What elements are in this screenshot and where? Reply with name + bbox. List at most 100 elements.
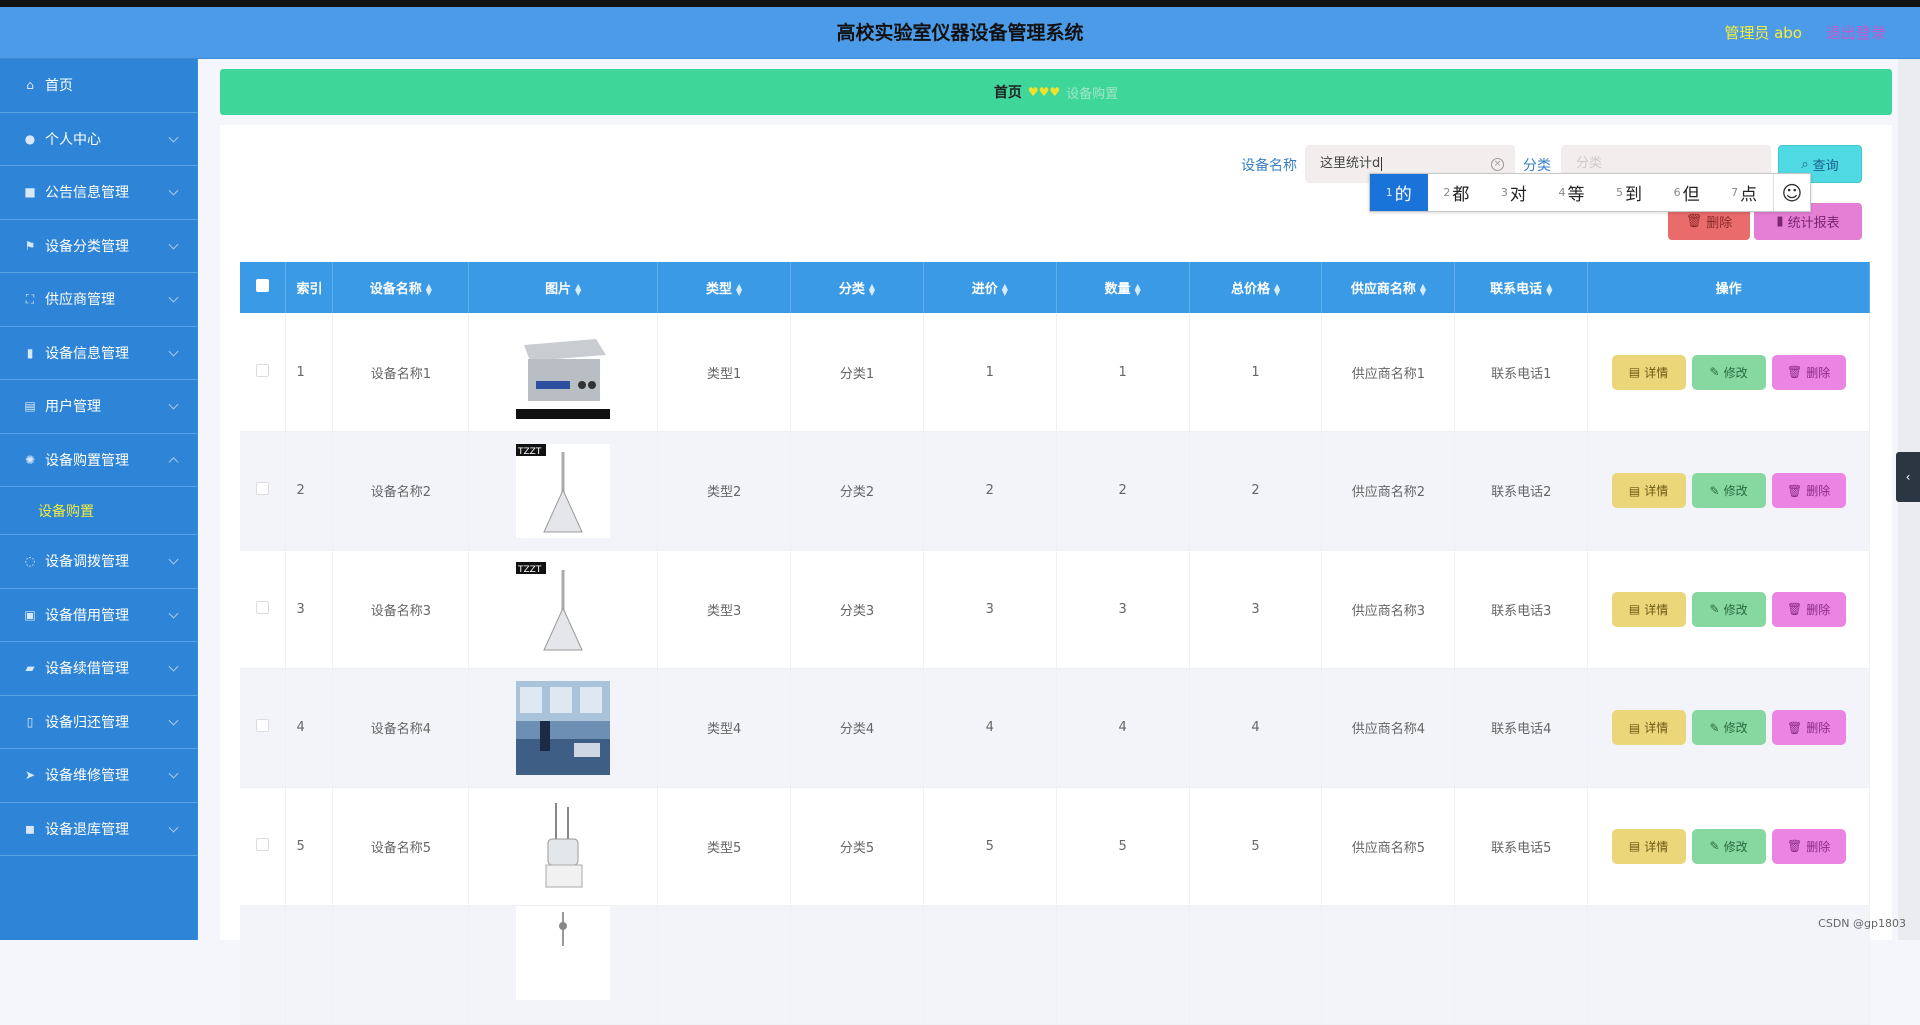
cell-qty: 1 xyxy=(1056,313,1189,432)
edit-button[interactable]: ✎修改 xyxy=(1692,710,1766,745)
cell-name xyxy=(333,906,469,1025)
column-header[interactable]: 类型▲▼ xyxy=(658,262,791,313)
row-checkbox[interactable] xyxy=(256,838,269,851)
edit-button[interactable]: ✎修改 xyxy=(1692,829,1766,864)
ime-candidate[interactable]: 7点 xyxy=(1715,174,1773,211)
document-icon: ▤ xyxy=(22,398,38,414)
sidebar-item[interactable]: ▤ 用户管理 xyxy=(0,380,197,434)
sidebar-item[interactable]: ⛶供应商管理 xyxy=(0,273,197,327)
ime-candidate[interactable]: 1的 xyxy=(1370,174,1428,211)
sidebar-item-label: 用户管理 xyxy=(45,396,101,416)
ime-candidate-text: 对 xyxy=(1510,180,1527,205)
sidebar-item[interactable]: ✺设备购置管理 xyxy=(0,434,197,488)
column-header[interactable]: 数量▲▼ xyxy=(1056,262,1189,313)
loading-icon: ◌ xyxy=(22,553,38,569)
sidebar-item[interactable]: ■公告信息管理 xyxy=(0,166,197,220)
sidebar-item[interactable]: ⚑设备分类管理 xyxy=(0,220,197,274)
detail-button[interactable]: ▤详情 xyxy=(1612,829,1686,864)
flag-icon: ⚑ xyxy=(22,238,38,254)
ime-candidate[interactable]: 5到 xyxy=(1600,174,1658,211)
row-checkbox-cell[interactable] xyxy=(240,550,286,669)
ime-candidate[interactable]: 2都 xyxy=(1428,174,1486,211)
row-checkbox[interactable] xyxy=(256,364,269,377)
trash-icon: 🗑 xyxy=(1787,839,1802,853)
column-header[interactable]: 进价▲▼ xyxy=(923,262,1056,313)
row-checkbox-cell[interactable] xyxy=(240,313,286,432)
edit-button-label: 修改 xyxy=(1724,482,1748,499)
sidebar-item[interactable]: ◌设备调拨管理 xyxy=(0,535,197,589)
sidebar-item-label: 供应商管理 xyxy=(45,289,115,309)
sidebar-item[interactable]: ▣设备借用管理 xyxy=(0,589,197,643)
cell-index: 3 xyxy=(286,550,333,669)
row-checkbox[interactable] xyxy=(256,601,269,614)
sidebar-subitem-active[interactable]: 设备购置 xyxy=(0,487,197,535)
sidebar-item[interactable]: ▰设备续借管理 xyxy=(0,642,197,696)
cell-price: 2 xyxy=(923,432,1056,551)
delete-button[interactable]: 🗑删除 xyxy=(1772,592,1846,627)
row-actions: ▤详情✎修改🗑删除 xyxy=(1588,669,1870,788)
column-header[interactable]: 设备名称▲▼ xyxy=(333,262,469,313)
row-checkbox-cell[interactable] xyxy=(240,432,286,551)
chevron-down-icon xyxy=(169,608,179,618)
sidebar-item-label: 设备续借管理 xyxy=(45,658,129,678)
document-icon: ▤ xyxy=(1629,602,1640,616)
logout-link[interactable]: 退出登录 xyxy=(1826,7,1886,59)
delete-button[interactable]: 🗑 删除 xyxy=(1772,829,1846,864)
cell-index: 4 xyxy=(286,669,333,788)
sidebar-item[interactable]: ⌂首页 xyxy=(0,59,197,113)
cell-category xyxy=(791,906,924,1025)
select-all-checkbox[interactable] xyxy=(240,262,286,313)
delete-button[interactable]: 🗑删除 xyxy=(1772,710,1846,745)
delete-button[interactable]: 🗑删除 xyxy=(1772,355,1846,390)
row-checkbox-cell[interactable] xyxy=(240,787,286,906)
delete-button[interactable]: 🗑删除 xyxy=(1772,473,1846,508)
detail-button[interactable]: ▤详情 xyxy=(1612,473,1686,508)
ime-candidate[interactable]: 4等 xyxy=(1543,174,1601,211)
column-header[interactable]: 供应商名称▲▼ xyxy=(1322,262,1455,313)
cell-type: 类型3 xyxy=(658,550,791,669)
table-row: 4设备名称4类型4分类4444供应商名称4联系电话4▤详情✎修改🗑删除 xyxy=(240,669,1870,788)
send-icon: ➤ xyxy=(22,767,38,783)
sidebar-item-label: 个人中心 xyxy=(45,129,101,149)
ime-candidate[interactable]: 6但 xyxy=(1658,174,1716,211)
detail-button[interactable]: ▤详情 xyxy=(1612,592,1686,627)
sort-icon: ▲▼ xyxy=(1135,284,1141,296)
delete-button-label: 删除 xyxy=(1806,838,1830,855)
column-header[interactable]: 图片▲▼ xyxy=(469,262,658,313)
sidebar-item[interactable]: ●个人中心 xyxy=(0,113,197,167)
clear-input-icon[interactable]: × xyxy=(1491,158,1504,171)
chevron-down-icon xyxy=(169,715,179,725)
row-checkbox-cell[interactable] xyxy=(240,906,286,1025)
edit-button[interactable]: ✎修改 xyxy=(1692,473,1766,508)
sort-icon: ▲▼ xyxy=(575,284,581,296)
ime-candidate-number: 5 xyxy=(1616,186,1623,199)
device-image-cell: TZZT xyxy=(469,432,658,551)
column-header[interactable]: 总价格▲▼ xyxy=(1189,262,1322,313)
trash-icon: 🗑 xyxy=(1686,214,1703,229)
cell-type: 类型5 xyxy=(658,787,791,906)
detail-button[interactable]: ▤详情 xyxy=(1612,355,1686,390)
cell-index: 2 xyxy=(286,432,333,551)
clipboard-icon: ▣ xyxy=(22,607,38,623)
admin-user-label[interactable]: 管理员 abo xyxy=(1724,7,1802,59)
funnel-image: TZZT xyxy=(516,562,610,656)
trash-icon: 🗑 xyxy=(1787,721,1802,735)
table-row: 1设备名称1类型1分类1111供应商名称1联系电话1▤详情✎修改🗑删除 xyxy=(240,313,1870,432)
sidebar-item[interactable]: ▯设备归还管理 xyxy=(0,696,197,750)
breadcrumb-home[interactable]: 首页 xyxy=(994,82,1022,102)
column-header[interactable]: 联系电话▲▼ xyxy=(1455,262,1588,313)
row-checkbox-cell[interactable] xyxy=(240,669,286,788)
row-checkbox[interactable] xyxy=(256,719,269,732)
row-checkbox[interactable] xyxy=(256,482,269,495)
device-image-cell xyxy=(469,906,658,1025)
collapse-side-tab[interactable]: ‹ xyxy=(1896,452,1920,502)
detail-button[interactable]: ▤详情 xyxy=(1612,710,1686,745)
edit-button[interactable]: ✎修改 xyxy=(1692,592,1766,627)
sidebar-item[interactable]: ◼设备退库管理 xyxy=(0,803,197,857)
edit-button[interactable]: ✎修改 xyxy=(1692,355,1766,390)
emoji-icon[interactable]: ☺ xyxy=(1773,174,1810,211)
sidebar-item[interactable]: ➤设备维修管理 xyxy=(0,749,197,803)
sidebar-item[interactable]: ▮设备信息管理 xyxy=(0,327,197,381)
column-header[interactable]: 分类▲▼ xyxy=(791,262,924,313)
ime-candidate[interactable]: 3对 xyxy=(1485,174,1543,211)
